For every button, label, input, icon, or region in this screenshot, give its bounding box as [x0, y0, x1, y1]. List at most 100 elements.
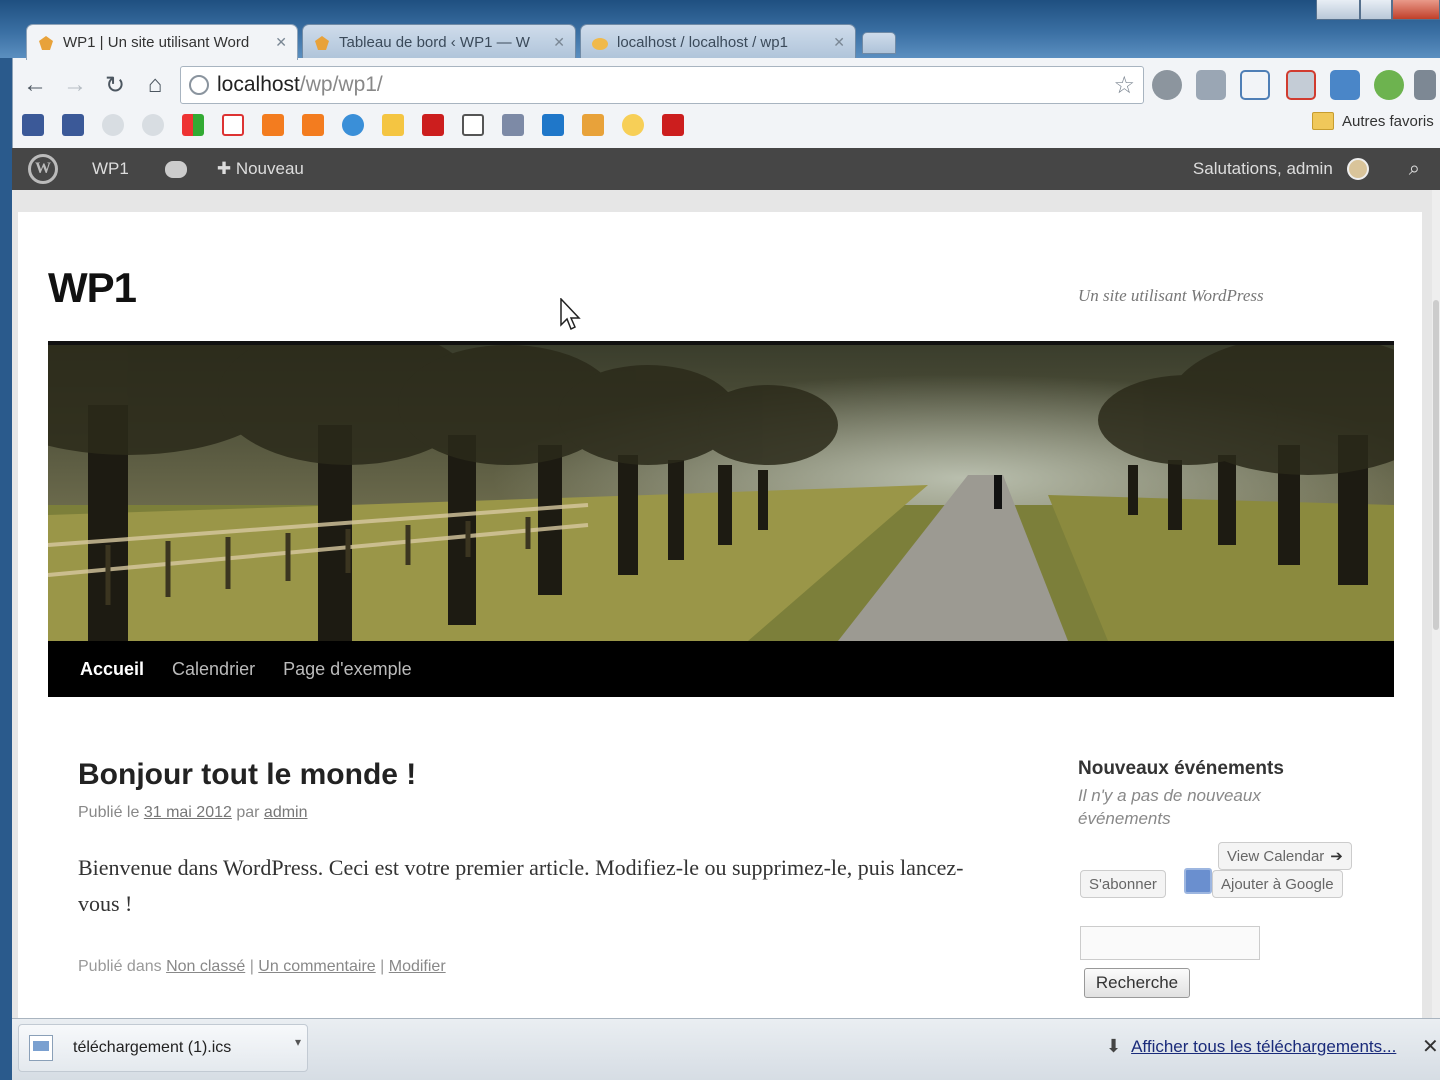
extension-user-icon[interactable]: [1374, 70, 1404, 100]
globe-icon[interactable]: [102, 114, 124, 136]
mouse-cursor-icon: [560, 297, 582, 337]
close-window-button[interactable]: [1392, 0, 1440, 20]
new-tab-button[interactable]: [862, 32, 896, 54]
wordpress-icon[interactable]: [582, 114, 604, 136]
reload-icon[interactable]: ↻: [100, 70, 130, 100]
post-meta-by: par: [236, 804, 260, 821]
close-icon[interactable]: ✕: [1422, 1034, 1439, 1059]
subscribe-button[interactable]: S'abonner: [1080, 870, 1166, 898]
search-icon[interactable]: ⌕: [1409, 158, 1420, 181]
download-item[interactable]: téléchargement (1).ics ▾: [18, 1024, 308, 1072]
admin-greeting: Salutations, admin: [1192, 159, 1333, 178]
chrome-icon[interactable]: [342, 114, 364, 136]
post-date-link[interactable]: 31 mai 2012: [144, 804, 232, 821]
download-filename: téléchargement (1).ics: [73, 1039, 232, 1056]
nav-item-page-exemple[interactable]: Page d'exemple: [283, 659, 412, 680]
plus-icon: ✚: [216, 159, 236, 178]
separator: |: [249, 958, 254, 975]
wordpress-logo-icon[interactable]: W: [28, 154, 58, 184]
post-title[interactable]: Bonjour tout le monde !: [78, 758, 416, 792]
main-navigation: Accueil Calendrier Page d'exemple: [48, 641, 1394, 697]
blogger-icon[interactable]: [302, 114, 324, 136]
close-tab-icon[interactable]: ✕: [833, 34, 845, 51]
facebook-icon[interactable]: [62, 114, 84, 136]
close-tab-icon[interactable]: ✕: [275, 34, 287, 51]
widget-title: Nouveaux événements: [1078, 758, 1284, 779]
tab-phpmyadmin[interactable]: localhost / localhost / wp1 ✕: [580, 24, 856, 60]
post-foot-prefix: Publié dans: [78, 958, 162, 975]
show-all-downloads-label: Afficher tous les téléchargements...: [1131, 1036, 1397, 1056]
site-title[interactable]: WP1: [48, 264, 137, 312]
note-icon[interactable]: [462, 114, 484, 136]
edit-link[interactable]: Modifier: [389, 958, 446, 975]
wordpress-tab-icon: [37, 34, 55, 52]
comments-link[interactable]: Un commentaire: [258, 958, 375, 975]
post-meta: Publié le 31 mai 2012 par admin: [78, 804, 308, 822]
extension-pin-icon[interactable]: [1196, 70, 1226, 100]
extension-globe-icon[interactable]: [1152, 70, 1182, 100]
arrow-right-icon: ➔: [1330, 848, 1343, 865]
nav-item-calendrier[interactable]: Calendrier: [172, 659, 255, 680]
bookmark-star-icon[interactable]: ☆: [1113, 71, 1135, 100]
comment-icon[interactable]: [164, 160, 187, 178]
minimize-button[interactable]: [1316, 0, 1360, 20]
extension-translate-icon[interactable]: [1330, 70, 1360, 100]
header-image: [48, 341, 1394, 641]
youtube-icon[interactable]: [662, 114, 684, 136]
close-tab-icon[interactable]: ✕: [553, 34, 565, 51]
chevron-down-icon[interactable]: ▾: [295, 1035, 301, 1049]
search-button[interactable]: Recherche: [1084, 968, 1190, 998]
blogger-icon[interactable]: [262, 114, 284, 136]
site-description: Un site utilisant WordPress: [1078, 286, 1264, 305]
google-calendar-icon: [1184, 868, 1212, 894]
globe-icon[interactable]: [142, 114, 164, 136]
user-icon[interactable]: [382, 114, 404, 136]
phpmyadmin-tab-icon: [591, 34, 609, 52]
wrench-icon[interactable]: [1414, 70, 1436, 100]
tab-site[interactable]: WP1 | Un site utilisant Word ✕: [26, 24, 298, 60]
admin-bar-account[interactable]: Salutations, admin ⌕: [1193, 158, 1420, 181]
other-bookmarks[interactable]: Autres favoris: [1312, 112, 1434, 130]
category-link[interactable]: Non classé: [166, 958, 245, 975]
address-path: /wp/wp1/: [299, 73, 383, 96]
home-icon[interactable]: ⌂: [140, 70, 170, 100]
show-all-downloads[interactable]: ⬇ Afficher tous les téléchargements...: [1106, 1036, 1396, 1057]
extension-capture-icon[interactable]: [1240, 70, 1270, 100]
view-calendar-button[interactable]: View Calendar ➔: [1218, 842, 1352, 870]
back-icon[interactable]: ←: [20, 70, 50, 100]
folder-icon: [1312, 112, 1334, 130]
avatar: [1346, 158, 1369, 180]
maximize-button[interactable]: [1360, 0, 1392, 20]
admin-bar-new-label: Nouveau: [235, 159, 304, 178]
widget-empty-message: Il n'y a pas de nouveaux événements: [1078, 786, 1261, 828]
separator: |: [380, 958, 385, 975]
scrollbar-thumb[interactable]: [1433, 300, 1439, 630]
facebook-icon[interactable]: [22, 114, 44, 136]
nav-item-accueil[interactable]: Accueil: [80, 659, 144, 680]
view-calendar-label: View Calendar: [1227, 847, 1325, 865]
tab-title: localhost / localhost / wp1: [617, 34, 788, 51]
tab-title: Tableau de bord ‹ WP1 — W: [339, 34, 530, 51]
page-info-icon[interactable]: [189, 75, 209, 95]
linkedin-icon[interactable]: [542, 114, 564, 136]
document-icon[interactable]: [502, 114, 524, 136]
post-author-link[interactable]: admin: [264, 804, 308, 821]
google-icon[interactable]: [182, 114, 204, 136]
forward-icon[interactable]: →: [60, 70, 90, 100]
other-bookmarks-label: Autres favoris: [1342, 112, 1434, 130]
gmail-icon[interactable]: [222, 114, 244, 136]
search-input[interactable]: [1080, 926, 1260, 960]
post-footer: Publié dans Non classé | Un commentaire …: [78, 958, 446, 976]
wp-admin-bar: W WP1 ✚ Nouveau Salutations, admin ⌕: [12, 148, 1440, 190]
youtube-icon[interactable]: [422, 114, 444, 136]
admin-bar-site[interactable]: WP1: [92, 159, 129, 179]
wordpress-tab-icon: [313, 34, 331, 52]
admin-bar-new[interactable]: ✚ Nouveau: [217, 159, 304, 179]
extension-mail-icon[interactable]: [1286, 70, 1316, 100]
add-to-google-button[interactable]: Ajouter à Google: [1212, 870, 1343, 898]
address-bar[interactable]: localhost/wp/wp1/ ☆: [180, 66, 1144, 104]
download-arrow-icon: ⬇: [1106, 1036, 1122, 1056]
sun-icon[interactable]: [622, 114, 644, 136]
tab-title: WP1 | Un site utilisant Word: [63, 34, 250, 51]
tab-dashboard[interactable]: Tableau de bord ‹ WP1 — W ✕: [302, 24, 576, 60]
